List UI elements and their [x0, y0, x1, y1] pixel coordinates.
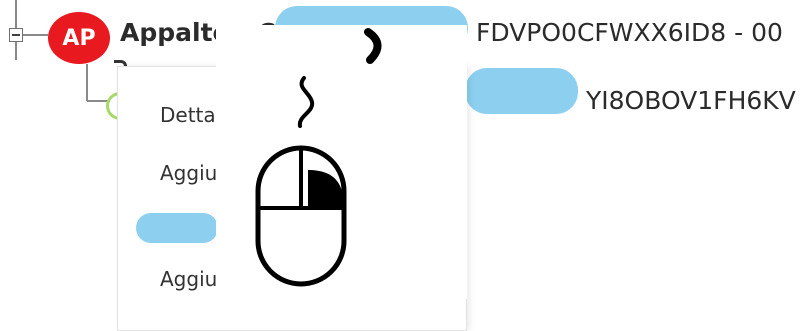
tree-node-code[interactable]: FDVPO0CFWXX6ID8 - 00 [476, 18, 783, 47]
menu-item-aggiungi-2[interactable]: Aggiu [160, 267, 217, 291]
menu-item-aggiungi[interactable]: Aggiu [160, 161, 217, 185]
redacted-menu-item-pill [136, 213, 218, 243]
child-node-code[interactable]: YI8OBOV1FH6KV [586, 86, 796, 115]
chevron-right-icon [364, 28, 382, 64]
redacted-text-pill [465, 68, 578, 114]
mouse-icon [255, 76, 347, 287]
tree-collapse-toggle[interactable] [9, 28, 23, 42]
node-type-badge: AP [48, 12, 110, 64]
